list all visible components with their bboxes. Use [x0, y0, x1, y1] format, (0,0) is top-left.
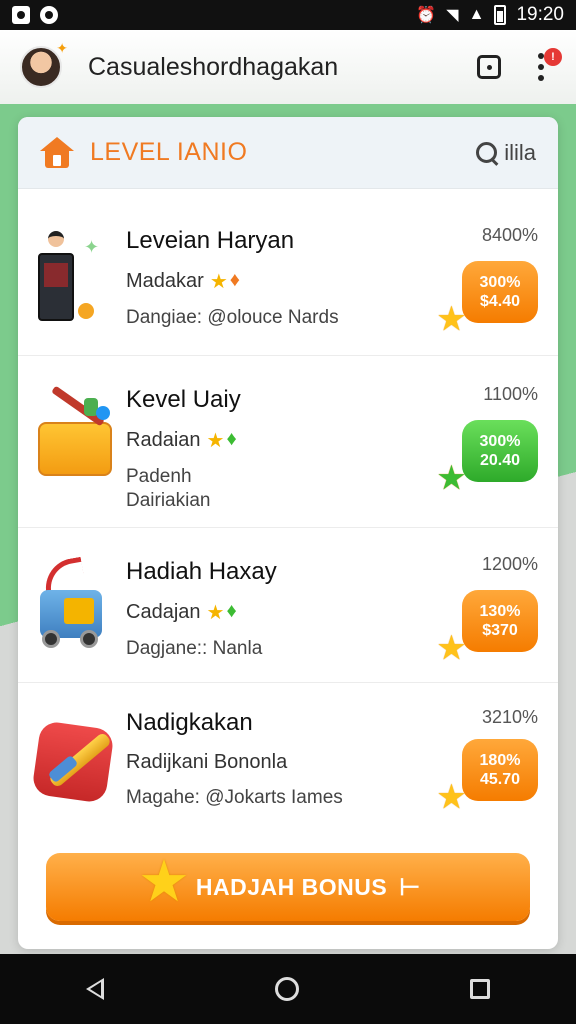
list-item[interactable]: Hadiah Haxay Cadajan ★ ♦ Dagjane:: Nanla …: [18, 528, 558, 683]
list-item[interactable]: Nadigkakan Radijkani Bononla Magahe: @Jo…: [18, 683, 558, 831]
arrow-icon: ⊢: [399, 873, 421, 901]
navigation-bar: [0, 954, 576, 1024]
item-meta: Dagjane:: Nanla: [126, 638, 263, 659]
signal-icon: ▲: [468, 6, 485, 23]
card-header: LEVEL IANIO ilila: [18, 117, 558, 189]
app-title: Casualeshordhagakan: [88, 52, 339, 81]
reward-top: 130%: [479, 603, 521, 620]
alarm-icon: ⏰: [416, 7, 437, 24]
item-title: Nadigkakan: [126, 709, 253, 736]
phone-device-icon: ✦: [34, 231, 114, 321]
recents-icon[interactable]: [470, 979, 491, 999]
wifi-icon: ◥: [446, 7, 459, 24]
reward-bottom: 45.70: [479, 771, 521, 788]
truck-icon: [34, 556, 114, 648]
notification-icon: [12, 6, 30, 24]
bonus-label: HADJAH BONUS: [195, 873, 388, 900]
notification-badge: !: [544, 48, 562, 66]
reward-top: 300%: [479, 433, 521, 450]
more-button[interactable]: !: [526, 48, 562, 82]
reward-top: 300%: [479, 274, 521, 291]
star-icon: ★: [438, 462, 465, 495]
hammer-badge-icon: [31, 701, 115, 804]
media-icon: [40, 6, 58, 24]
search-button[interactable]: ilila: [476, 140, 536, 166]
level-card: LEVEL IANIO ilila ✦ Leveian Haryan Madak…: [18, 117, 558, 949]
reward-bottom: $4.40: [479, 293, 521, 310]
reward-bubble[interactable]: 130% $370 ★: [438, 590, 538, 664]
item-title: Kevel Uaiy: [126, 386, 241, 413]
toolbox-icon: [34, 385, 114, 480]
home-icon[interactable]: [40, 136, 74, 169]
reward-bubble[interactable]: 300% $4.40 ★: [438, 261, 538, 335]
search-icon: [476, 141, 498, 164]
item-subtitle: Cadajan: [126, 601, 201, 623]
status-bar: ⏰ ◥ ▲ 19:20: [0, 0, 576, 30]
item-percent: 3210%: [481, 707, 538, 727]
reward-bubble[interactable]: 180% 45.70 ★: [438, 739, 538, 813]
star-icon: ★ ♦: [206, 428, 237, 452]
battery-icon: [494, 5, 507, 25]
item-percent: 8400%: [481, 225, 538, 245]
item-subtitle: Madakar: [126, 270, 204, 292]
status-time: 19:20: [516, 4, 564, 25]
bonus-button[interactable]: ★ HADJAH BONUS ⊢: [46, 849, 530, 921]
level-list: ✦ Leveian Haryan Madakar ★ ♦ Dangiae: @ol…: [18, 201, 558, 831]
item-meta: Magahe: @Jokarts Iames: [126, 787, 343, 808]
square-icon: [477, 55, 501, 79]
item-percent: 1100%: [483, 384, 538, 404]
star-icon: ★: [138, 849, 190, 914]
back-icon[interactable]: [85, 978, 104, 1000]
avatar[interactable]: [20, 40, 68, 88]
home-nav-icon[interactable]: [274, 977, 299, 1001]
star-icon: ★: [438, 303, 465, 336]
reward-bottom: $370: [482, 622, 518, 639]
app-bar: Casualeshordhagakan !: [0, 30, 576, 104]
list-item[interactable]: Kevel Uaiy Radaian ★ ♦ Padenh Dairiakian …: [18, 356, 558, 528]
item-meta: Padenh Dairiakian: [126, 466, 211, 511]
item-subtitle: Radijkani Bononla: [126, 751, 288, 773]
item-title: Hadiah Haxay: [126, 558, 277, 585]
item-percent: 1200%: [481, 554, 538, 574]
list-item[interactable]: ✦ Leveian Haryan Madakar ★ ♦ Dangiae: @ol…: [18, 201, 558, 356]
item-meta: Dangiae: @olouce Nards: [126, 307, 339, 328]
item-title: Leveian Haryan: [126, 227, 295, 254]
reward-bottom: 20.40: [479, 452, 521, 469]
star-icon: ★: [438, 781, 465, 814]
card-title: LEVEL IANIO: [90, 138, 248, 166]
reward-bubble[interactable]: 300% 20.40 ★: [438, 420, 538, 494]
item-subtitle: Radaian: [126, 429, 201, 451]
star-icon: ★ ♦: [206, 600, 237, 624]
star-icon: ★: [438, 632, 465, 665]
square-button[interactable]: [474, 52, 504, 82]
search-label: ilila: [504, 139, 536, 165]
reward-top: 180%: [479, 752, 521, 769]
star-icon: ★ ♦: [209, 269, 240, 293]
